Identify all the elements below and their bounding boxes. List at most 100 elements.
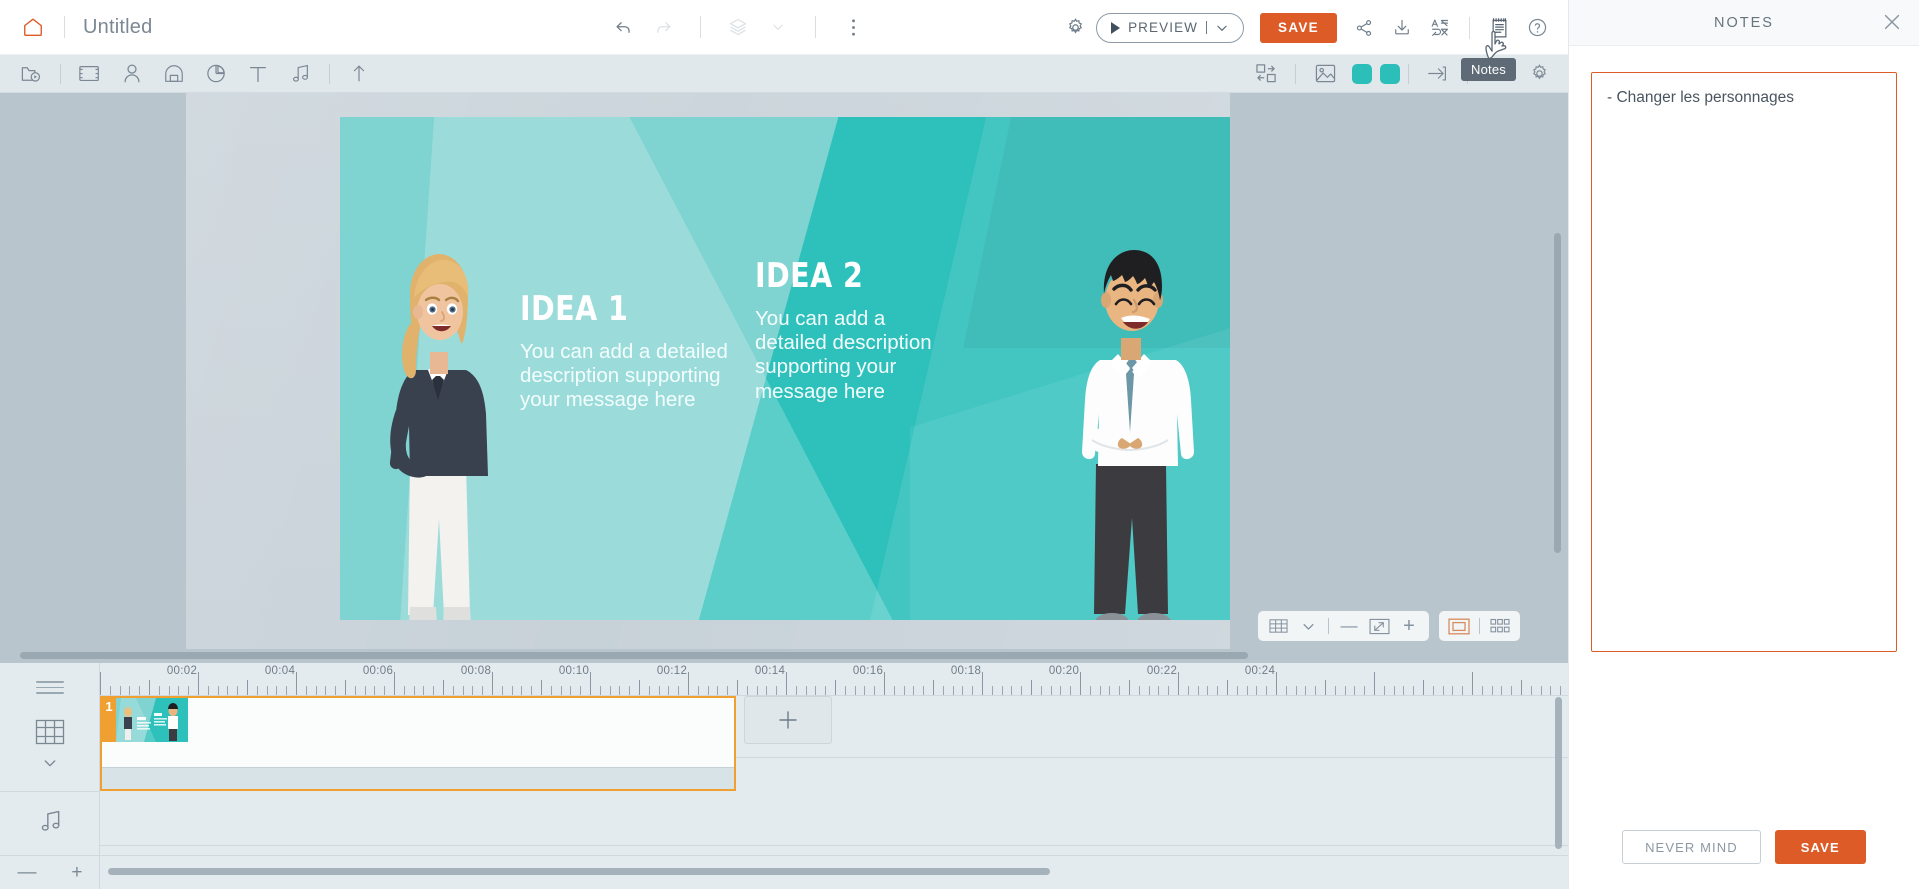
grid-icon[interactable]	[1264, 613, 1292, 639]
home-icon[interactable]	[16, 10, 50, 44]
chevron-down-icon[interactable]	[1215, 21, 1229, 35]
more-vertical-icon[interactable]	[836, 10, 870, 44]
swap-icon[interactable]	[1245, 59, 1287, 89]
hamburger-icon[interactable]	[36, 681, 64, 695]
timeline-vertical-scrollbar[interactable]	[1555, 697, 1562, 849]
fit-screen-icon[interactable]	[1365, 613, 1393, 639]
ruler-tick	[1472, 672, 1473, 695]
ruler-tick	[1237, 686, 1238, 695]
ruler-tick	[1276, 672, 1277, 695]
transition-icon[interactable]	[1417, 59, 1459, 89]
zoom-in-button[interactable]: +	[1395, 613, 1423, 639]
video-icon[interactable]	[69, 59, 111, 89]
preview-button[interactable]: PREVIEW	[1096, 13, 1244, 43]
divider	[815, 16, 816, 38]
text-icon[interactable]	[237, 59, 279, 89]
top-bar: Untitled	[0, 0, 1568, 55]
ruler-tick	[159, 686, 160, 695]
divider	[64, 16, 65, 38]
image-icon[interactable]	[1304, 59, 1346, 89]
divider	[700, 16, 701, 38]
undo-icon[interactable]	[606, 10, 640, 44]
timeline-scenes-row-toggle[interactable]	[0, 701, 100, 789]
slide-library-icon[interactable]	[10, 59, 52, 89]
timeline-zoom-in-button[interactable]: +	[71, 863, 82, 882]
ruler-tick	[1305, 686, 1306, 695]
document-title[interactable]: Untitled	[79, 14, 156, 41]
timeline-audio-track[interactable]	[100, 788, 1568, 846]
zoom-out-button[interactable]: —	[1335, 613, 1363, 639]
chevron-down-icon[interactable]	[1294, 613, 1322, 639]
timeline-ruler[interactable]: 00:0200:0400:0600:0800:1000:1200:1400:16…	[100, 663, 1568, 696]
ruler-tick	[815, 686, 816, 695]
canvas-area[interactable]: IDEA 1 You can add a detailed descriptio…	[0, 93, 1568, 663]
ruler-tick	[1315, 686, 1316, 695]
share-icon[interactable]	[1347, 11, 1381, 45]
save-button[interactable]: SAVE	[1260, 13, 1337, 43]
ruler-tick	[178, 686, 179, 695]
ruler-time-label: 00:10	[559, 665, 589, 677]
color-swatch-1[interactable]	[1352, 64, 1372, 84]
character-female[interactable]	[370, 250, 502, 620]
help-circle-icon[interactable]	[1520, 11, 1554, 45]
ruler-tick	[913, 686, 914, 695]
ruler-tick	[355, 686, 356, 695]
canvas-vertical-scrollbar[interactable]	[1554, 233, 1561, 553]
music-icon[interactable]	[279, 59, 321, 89]
ruler-tick	[904, 686, 905, 695]
ruler-tick	[472, 686, 473, 695]
single-slide-view-icon[interactable]	[1445, 613, 1473, 639]
notes-textarea[interactable]	[1591, 72, 1897, 652]
ruler-tick	[1452, 686, 1453, 695]
ruler-tick	[384, 686, 385, 695]
text-block-idea-1[interactable]: IDEA 1 You can add a detailed descriptio…	[520, 292, 735, 413]
gear-icon[interactable]	[1518, 59, 1560, 89]
chevron-down-icon[interactable]	[41, 755, 59, 771]
upload-icon[interactable]	[338, 59, 380, 89]
ruler-tick	[1364, 686, 1365, 695]
preview-label: PREVIEW	[1128, 20, 1198, 35]
character-icon[interactable]	[111, 59, 153, 89]
close-icon[interactable]	[1881, 11, 1903, 38]
ruler-tick	[923, 686, 924, 695]
chart-icon[interactable]	[195, 59, 237, 89]
scene-clip-1[interactable]: 1	[100, 696, 736, 791]
ruler-tick	[629, 686, 630, 695]
slide-canvas[interactable]: IDEA 1 You can add a detailed descriptio…	[340, 117, 1230, 620]
notes-save-button[interactable]: SAVE	[1775, 830, 1866, 864]
scene-audio-strip[interactable]	[102, 767, 734, 789]
layers-icon[interactable]	[721, 10, 755, 44]
divider	[1408, 64, 1409, 84]
redo-icon[interactable]	[646, 10, 680, 44]
timeline-zoom-out-button[interactable]: —	[17, 863, 36, 882]
text-block-idea-2[interactable]: IDEA 2 You can add a detailed descriptio…	[755, 259, 955, 404]
color-swatch-2[interactable]	[1380, 64, 1400, 84]
gear-icon[interactable]	[1058, 11, 1092, 45]
ruler-tick	[766, 686, 767, 695]
ruler-tick	[933, 680, 934, 695]
prop-icon[interactable]	[153, 59, 195, 89]
ruler-tick	[1511, 686, 1512, 695]
ruler-tick	[188, 686, 189, 695]
grid-slide-view-icon[interactable]	[1486, 613, 1514, 639]
divider	[329, 64, 330, 84]
scene-thumbnail[interactable]	[116, 698, 188, 742]
ruler-tick	[1217, 686, 1218, 695]
add-scene-button[interactable]	[744, 696, 832, 744]
character-male[interactable]	[1066, 242, 1194, 620]
ruler-tick	[551, 686, 552, 695]
download-icon[interactable]	[1385, 11, 1419, 45]
timeline-audio-row[interactable]	[0, 791, 100, 849]
timeline-zoom-controls: — +	[0, 863, 100, 882]
translate-icon[interactable]	[1423, 11, 1457, 45]
ruler-tick	[1090, 686, 1091, 695]
notes-panel-header: NOTES	[1569, 0, 1919, 46]
chevron-down-icon[interactable]	[761, 10, 795, 44]
canvas-horizontal-scrollbar[interactable]	[20, 652, 1248, 659]
ruler-tick	[953, 686, 954, 695]
ruler-tick	[1462, 686, 1463, 695]
ruler-tick	[1384, 686, 1385, 695]
timeline-horizontal-scrollbar[interactable]	[108, 868, 1050, 875]
never-mind-button[interactable]: NEVER MIND	[1622, 830, 1761, 864]
timeline-scene-track[interactable]: 1	[100, 696, 1568, 758]
